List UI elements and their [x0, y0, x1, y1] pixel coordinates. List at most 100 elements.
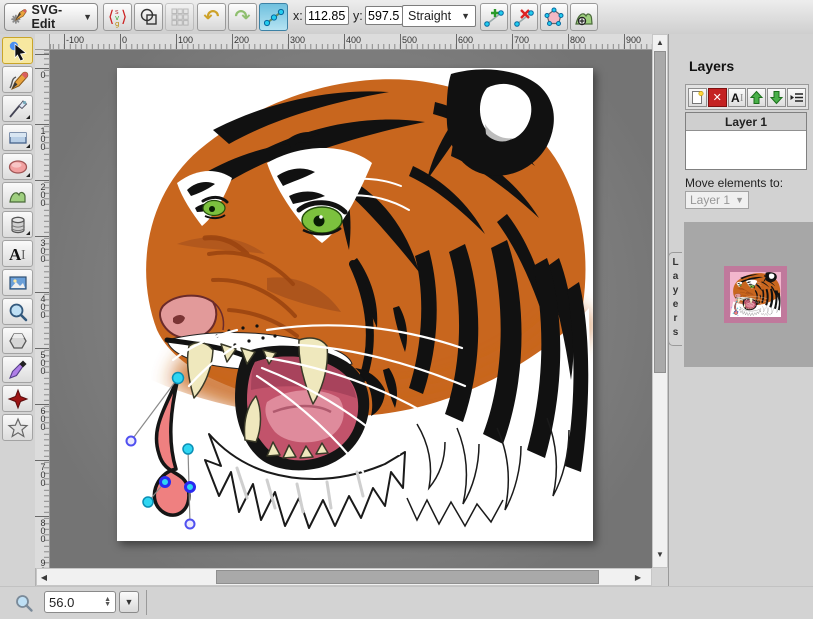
zoom-level-input[interactable]: 56.0 ▲▼ [44, 591, 116, 613]
tool-text[interactable]: A I [2, 240, 33, 267]
zoom-tool-icon [7, 301, 29, 323]
link-control-points-icon [264, 7, 284, 27]
delete-layer-button[interactable]: ✕ [708, 88, 727, 107]
ruler-label: 0 [35, 70, 48, 78]
work-area[interactable] [50, 50, 652, 568]
scroll-down-button[interactable]: ▼ [653, 547, 667, 561]
move-elements-label: Move elements to: [685, 176, 783, 190]
redo-icon: ↷ [235, 6, 251, 29]
pencil-tool-icon [7, 69, 29, 91]
ruler-label: 700 [514, 35, 529, 45]
tool-ellipse[interactable] [2, 153, 33, 180]
layers-side-tab[interactable]: Layers [668, 252, 682, 346]
text-tool-icon: A I [7, 243, 29, 265]
move-elements-value: Layer 1 [690, 193, 730, 207]
layer-list-item-selected[interactable]: Layer 1 [686, 113, 806, 131]
tool-polygon[interactable] [2, 327, 33, 354]
new-layer-button[interactable] [688, 88, 707, 107]
x-coordinate-input[interactable] [305, 6, 349, 25]
add-node-button[interactable] [480, 3, 508, 31]
vertical-scroll-thumb[interactable] [654, 51, 666, 373]
redo-button[interactable]: ↷ [228, 3, 257, 31]
tool-shapelib[interactable] [2, 211, 33, 238]
zoom-stepper[interactable]: ▲▼ [104, 597, 111, 607]
tool-line[interactable] [2, 95, 33, 122]
delete-node-icon [514, 7, 534, 27]
tool-eyedropper[interactable] [2, 356, 33, 383]
ruler-label: 800 [570, 35, 585, 45]
scroll-left-button[interactable]: ◀ [37, 569, 51, 585]
grid-icon [170, 7, 190, 27]
polygon-tool-icon [7, 330, 29, 352]
drawing-canvas[interactable] [117, 68, 593, 541]
layer-menu-button[interactable] [787, 88, 806, 107]
horizontal-ruler: -100 0 100 200 300 400 500 600 700 800 9… [50, 34, 652, 50]
wireframe-button[interactable] [134, 3, 163, 31]
ruler-label: 400 [346, 35, 361, 45]
ruler-label: 600 [35, 406, 48, 430]
vertical-scrollbar[interactable]: ▲ ▼ [652, 34, 668, 568]
layer-list: Layer 1 [685, 112, 807, 170]
undo-button[interactable]: ↶ [197, 3, 226, 31]
svg-text:I: I [740, 93, 743, 104]
open-path-icon [544, 7, 564, 27]
tool-image[interactable] [2, 269, 33, 296]
tool-cross-shape[interactable] [2, 385, 33, 412]
tool-select[interactable] [2, 37, 33, 64]
image-tool-icon [7, 272, 29, 294]
undo-icon: ↶ [204, 6, 220, 29]
move-elements-select[interactable]: Layer 1 ▼ [685, 191, 749, 209]
ruler-label: 500 [402, 35, 417, 45]
open-path-button[interactable] [540, 3, 568, 31]
zoom-dropdown-caret-icon: ▼ [125, 597, 134, 607]
segment-type-select[interactable]: Straight ▼ [402, 5, 476, 27]
ruler-label: 400 [35, 294, 48, 318]
move-layer-up-button[interactable] [747, 88, 766, 107]
ruler-label: 900 [626, 35, 641, 45]
delete-layer-icon: ✕ [713, 91, 722, 104]
tool-rect[interactable] [2, 124, 33, 151]
ruler-corner [35, 34, 50, 50]
grid-button[interactable] [165, 3, 194, 31]
ruler-label: 100 [178, 35, 193, 45]
horizontal-scroll-thumb[interactable] [216, 570, 599, 584]
tool-pencil[interactable] [2, 66, 33, 93]
edit-source-button[interactable]: ⟨ ⟩ s v g [103, 3, 132, 31]
rename-layer-button[interactable]: A I [728, 88, 747, 107]
bottom-bar-separator [146, 590, 147, 615]
panel-preview-area [684, 222, 813, 367]
canvas-content[interactable] [117, 68, 593, 541]
layers-panel: Layers Layers ✕ A I [668, 34, 813, 586]
ruler-label: 500 [35, 350, 48, 374]
main-menu-button[interactable]: SVG-Edit ▼ [4, 3, 98, 31]
link-control-points-button[interactable] [259, 3, 288, 31]
scroll-up-button[interactable]: ▲ [653, 35, 667, 49]
tool-zoom[interactable] [2, 298, 33, 325]
y-coordinate-input[interactable] [365, 6, 403, 25]
add-subpath-button[interactable] [570, 3, 598, 31]
tool-star[interactable] [2, 414, 33, 441]
move-layer-down-button[interactable] [767, 88, 786, 107]
layer-thumbnail-canvas [730, 272, 781, 317]
svg-edit-logo-icon [10, 7, 28, 27]
horizontal-scrollbar[interactable]: ◀ ▶ [36, 568, 652, 586]
zoom-preset-dropdown-button[interactable]: ▼ [119, 591, 139, 613]
ruler-label: 300 [290, 35, 305, 45]
bottom-bar: 56.0 ▲▼ ▼ [0, 586, 813, 619]
x-label: x: [293, 9, 303, 23]
ruler-label: 900 [35, 558, 48, 568]
scroll-right-button[interactable]: ▶ [631, 569, 645, 585]
layer-thumbnail[interactable] [724, 266, 787, 323]
vertical-ruler: 0 100 200 300 400 500 600 700 800 900 [35, 50, 50, 568]
left-tool-palette: A I [0, 34, 36, 586]
ruler-label: 800 [35, 518, 48, 542]
ruler-label: -100 [66, 35, 84, 45]
delete-node-button[interactable] [510, 3, 538, 31]
menu-caret-icon: ▼ [83, 12, 92, 22]
layer-up-icon [749, 90, 764, 105]
top-toolbar: SVG-Edit ▼ ⟨ ⟩ s v g [0, 0, 813, 35]
tool-path[interactable] [2, 182, 33, 209]
wireframe-icon [139, 7, 159, 27]
rect-tool-icon [7, 127, 29, 149]
ruler-label: 100 [35, 126, 48, 150]
